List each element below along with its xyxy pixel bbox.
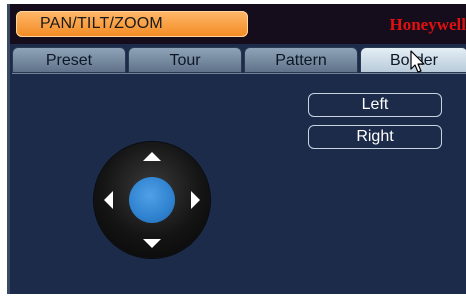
arrow-left-icon[interactable]	[104, 191, 113, 209]
ptz-window: PAN/TILT/ZOOM Honeywell Preset Tour Patt…	[7, 4, 466, 294]
border-panel: Left Right	[12, 74, 466, 292]
tab-preset[interactable]: Preset	[12, 47, 126, 73]
tab-tour[interactable]: Tour	[128, 47, 242, 73]
left-button[interactable]: Left	[308, 93, 442, 117]
arrow-down-icon[interactable]	[143, 239, 161, 248]
title-bar: PAN/TILT/ZOOM Honeywell	[10, 4, 466, 44]
arrow-right-icon[interactable]	[191, 191, 200, 209]
right-button[interactable]: Right	[308, 125, 442, 149]
dpad-center-button[interactable]	[129, 177, 175, 223]
mouse-pointer-icon	[410, 50, 425, 73]
tab-pattern[interactable]: Pattern	[244, 47, 358, 73]
arrow-up-icon[interactable]	[143, 152, 161, 161]
window-title: PAN/TILT/ZOOM	[16, 11, 248, 37]
brand-logo: Honeywell	[389, 15, 466, 34]
ptz-direction-pad	[94, 142, 210, 258]
tab-bar: Preset Tour Pattern Border	[12, 47, 466, 73]
